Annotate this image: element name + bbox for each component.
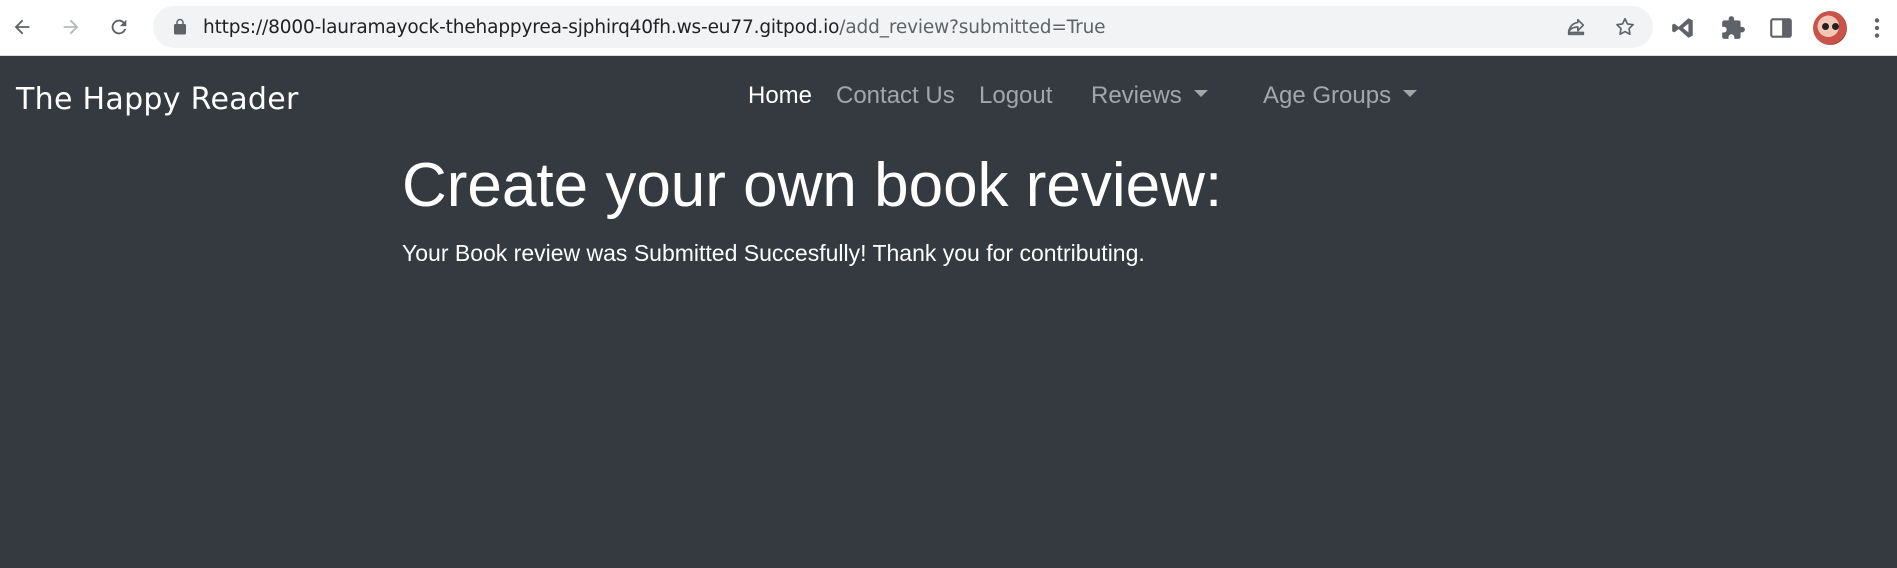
site-navbar: The Happy Reader Home Contact Us Logout … [0, 56, 1897, 146]
nav-reviews-label: Reviews [1091, 82, 1182, 109]
success-message: Your Book review was Submitted Succesful… [402, 240, 1145, 266]
browser-toolbar: https://8000-lauramayock-thehappyrea-sjp… [0, 0, 1897, 56]
address-bar[interactable]: https://8000-lauramayock-thehappyrea-sjp… [153, 6, 1653, 48]
star-icon[interactable] [1614, 16, 1636, 38]
nav-contact-us[interactable]: Contact Us [836, 82, 955, 110]
chevron-down-icon [1193, 90, 1208, 98]
extensions-icon[interactable] [1720, 15, 1746, 41]
page-title: Create your own book review: [402, 151, 1223, 220]
nav-home[interactable]: Home [748, 82, 812, 110]
chevron-down-icon [1403, 90, 1418, 98]
reload-icon [111, 19, 127, 35]
side-panel-icon[interactable] [1768, 15, 1794, 41]
url-text: https://8000-lauramayock-thehappyrea-sjp… [203, 17, 1106, 38]
reload-button[interactable] [99, 7, 139, 47]
nav-reviews-dropdown[interactable]: Reviews [1091, 82, 1208, 110]
nav-logout[interactable]: Logout [979, 82, 1052, 110]
menu-icon[interactable] [1864, 15, 1890, 41]
brand-logo[interactable]: The Happy Reader [16, 82, 299, 117]
forward-button[interactable] [51, 7, 91, 47]
back-button[interactable] [2, 7, 42, 47]
back-icon [14, 19, 30, 35]
nav-age-groups-label: Age Groups [1263, 82, 1392, 109]
lock-icon [174, 18, 186, 35]
forward-icon [63, 19, 79, 35]
profile-avatar[interactable] [1813, 11, 1847, 45]
nav-age-groups-dropdown[interactable]: Age Groups [1263, 82, 1418, 110]
vscode-icon[interactable] [1670, 15, 1696, 41]
share-icon[interactable] [1565, 16, 1587, 38]
